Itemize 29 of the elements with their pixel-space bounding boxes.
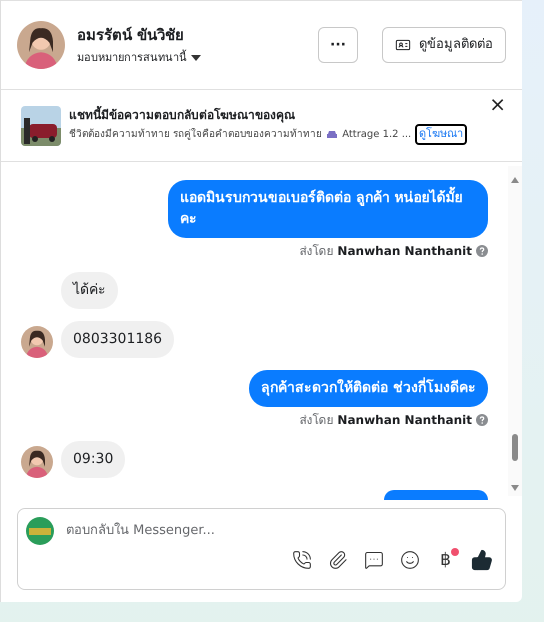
sender-name: Nanwhan Nanthanit [337, 243, 472, 260]
ad-product: Attrage 1.2 ... [342, 128, 412, 142]
chat-bubble-icon[interactable] [364, 550, 384, 570]
incoming-message: ได้ค่ะ [61, 272, 118, 309]
ad-description: ชีวิตต้องมีความท้าทาย รถคู่ใจคือคำตอบของความท้าทาย [69, 127, 322, 142]
car-icon [326, 130, 338, 139]
sender-name: Nanwhan Nanthanit [337, 412, 472, 429]
sent-by-label: ส่งโดย [299, 243, 334, 260]
contact-card-icon [395, 37, 411, 53]
view-ad-link[interactable]: ดูโฆษณา [415, 124, 468, 145]
help-icon [476, 245, 488, 257]
outgoing-message: แอดมินรบกวนขอเบอร์ติดต่อ ลูกค้า หน่อยได้มั้ยคะ [168, 180, 488, 238]
page-avatar-icon [26, 517, 54, 545]
reply-field[interactable]: ตอบกลับใน Messenger... [66, 521, 497, 541]
more-button[interactable]: ··· [318, 27, 358, 63]
caret-icon [191, 55, 201, 62]
assign-dropdown[interactable]: มอบหมายการสนทนานี้ [77, 50, 201, 66]
incoming-message: 09:30 [61, 441, 126, 478]
incoming-message: 0803301186 [61, 321, 174, 358]
sent-by-label: ส่งโดย [299, 412, 334, 429]
thumbs-up-icon[interactable] [471, 549, 493, 571]
contact-name: อมรรัตน์ ขันวิชัย [77, 24, 186, 46]
emoji-icon[interactable] [400, 550, 420, 570]
paperclip-icon[interactable] [328, 550, 348, 570]
outgoing-message: ลุกค้าสะดวกให้ติดต่อ ช่วงกี่โมงดีคะ [249, 370, 488, 407]
help-icon [476, 414, 488, 426]
contact-info-button[interactable]: ดูข้อมูลติดต่อ [382, 27, 506, 63]
payment-button[interactable]: ฿ [436, 552, 455, 568]
phone-call-icon[interactable] [292, 550, 312, 570]
